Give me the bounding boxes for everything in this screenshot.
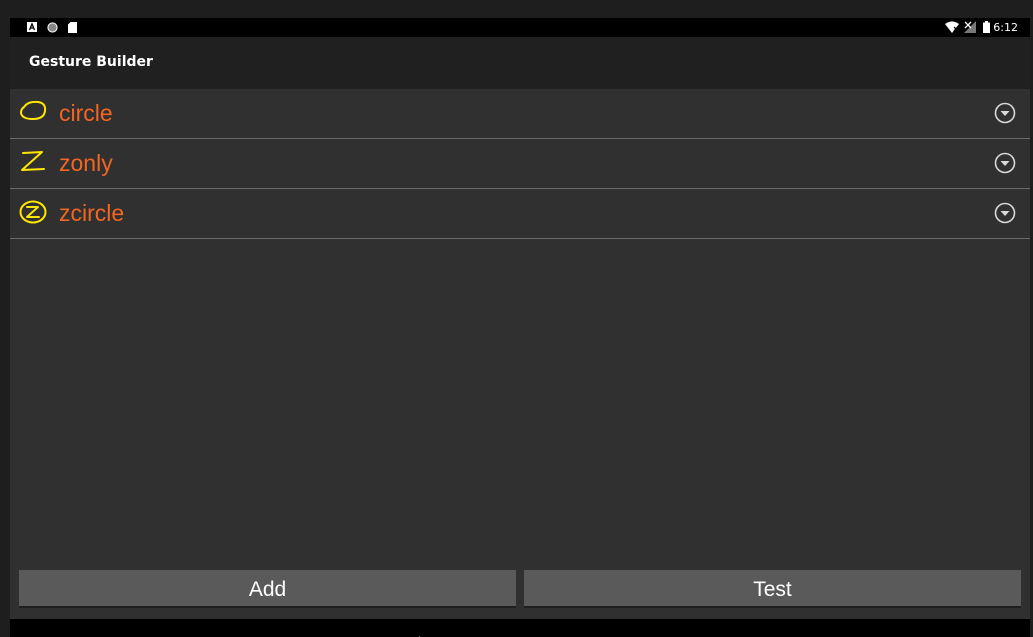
list-item[interactable]: zonly <box>10 139 1030 189</box>
status-time: 6:12 <box>993 21 1018 34</box>
back-icon[interactable] <box>408 629 422 637</box>
z-gesture-icon <box>18 149 48 175</box>
sd-card-icon <box>68 22 77 36</box>
action-bar: Gesture Builder <box>10 37 1030 89</box>
recents-icon[interactable] <box>616 629 626 637</box>
circle-gesture-icon <box>18 99 48 125</box>
add-button[interactable]: Add <box>19 570 516 608</box>
gesture-name: zcircle <box>59 200 125 226</box>
status-bar: 6:12 <box>10 18 1030 37</box>
navigation-bar <box>10 619 1030 637</box>
home-icon[interactable] <box>515 629 527 637</box>
z-in-circle-gesture-icon <box>18 199 48 225</box>
expand-menu-icon[interactable] <box>994 102 1016 124</box>
gesture-name: zonly <box>59 150 113 176</box>
gesture-name: circle <box>59 100 113 126</box>
list-item[interactable]: zcircle <box>10 189 1030 239</box>
expand-menu-icon[interactable] <box>994 202 1016 224</box>
circle-notification-icon <box>47 22 58 36</box>
wifi-icon <box>945 21 959 36</box>
battery-icon <box>983 21 990 36</box>
list-item[interactable]: circle <box>10 89 1030 139</box>
expand-menu-icon[interactable] <box>994 152 1016 174</box>
test-button[interactable]: Test <box>524 570 1021 608</box>
a-notification-icon <box>27 22 37 35</box>
screen: 6:12 Gesture Builder circle zonly zcircl… <box>0 0 1033 637</box>
no-signal-icon <box>964 21 976 36</box>
gesture-list: circle zonly zcircle <box>10 89 1030 619</box>
app-title: Gesture Builder <box>29 54 153 70</box>
